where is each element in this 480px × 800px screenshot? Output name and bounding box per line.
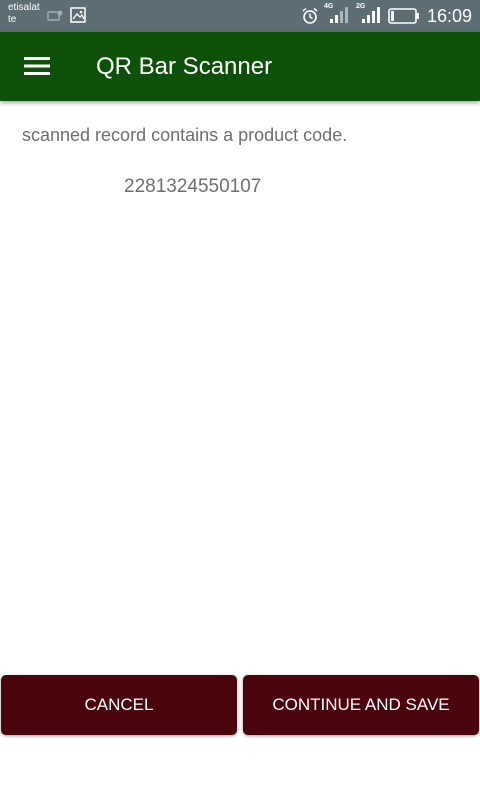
- app-title: QR Bar Scanner: [96, 53, 273, 80]
- app-bar: QR Bar Scanner: [0, 32, 480, 101]
- image-icon: [70, 7, 86, 23]
- status-time: 16:09: [426, 6, 472, 26]
- notification-icon: [47, 10, 63, 21]
- product-code-value: 2281324550107: [124, 176, 262, 197]
- battery-icon: [388, 8, 419, 24]
- alarm-icon: [302, 7, 318, 24]
- continue-and-save-button[interactable]: CONTINUE AND SAVE: [243, 675, 479, 735]
- carrier-name: etisalat te: [8, 2, 48, 26]
- signal-2g-icon: [362, 7, 380, 23]
- signal-4g-icon: [330, 7, 348, 23]
- carrier-name-line2: te: [8, 14, 17, 25]
- carrier-name-line1: etisalat: [8, 2, 40, 13]
- cancel-button[interactable]: CANCEL: [1, 675, 237, 735]
- hamburger-menu-icon[interactable]: [24, 56, 50, 76]
- scan-result-message: scanned record contains a product code.: [22, 125, 348, 145]
- status-bar: etisalat te 4G 2G 16:09: [0, 0, 480, 32]
